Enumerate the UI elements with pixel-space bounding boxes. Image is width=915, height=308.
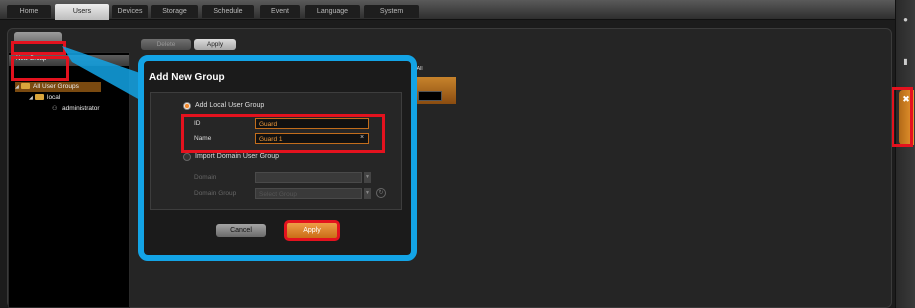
tab-event[interactable]: Event xyxy=(260,5,300,18)
right-side-rail: ● ▮ xyxy=(895,0,915,308)
domain-group-select[interactable]: Select Group xyxy=(255,188,362,199)
chevron-down-icon[interactable]: ▼ xyxy=(364,188,371,199)
local-group-radio[interactable] xyxy=(183,102,191,110)
tab-storage[interactable]: Storage xyxy=(151,5,198,18)
tree-item-label: administrator xyxy=(62,105,100,112)
apply-button-top[interactable]: Apply xyxy=(194,39,236,50)
add-button-highlight xyxy=(11,41,66,55)
tab-schedule[interactable]: Schedule xyxy=(202,5,254,18)
domain-group-radio[interactable] xyxy=(183,153,191,161)
local-group-option-label: Add Local User Group xyxy=(195,102,265,109)
tools-tab-highlight xyxy=(891,87,913,147)
tree-item-administrator[interactable]: ⚇ administrator xyxy=(52,104,100,114)
chevron-down-icon[interactable]: ▼ xyxy=(364,172,371,183)
tab-devices[interactable]: Devices xyxy=(112,5,148,18)
domain-label: Domain xyxy=(194,174,217,181)
panel-icon[interactable]: ▮ xyxy=(899,56,912,68)
new-group-highlight xyxy=(11,56,69,81)
domain-group-option-label: Import Domain User Group xyxy=(195,153,280,160)
tab-home[interactable]: Home xyxy=(7,5,51,18)
domain-group-label: Domain Group xyxy=(194,190,237,197)
domain-select[interactable] xyxy=(255,172,362,183)
tab-users[interactable]: Users xyxy=(55,4,109,20)
delete-button[interactable]: Delete xyxy=(141,39,191,50)
tree-item-all-user-groups[interactable]: ◢ All User Groups xyxy=(15,82,101,92)
apply-button[interactable]: Apply xyxy=(284,220,340,241)
top-nav-bar: Home Users Devices Storage Schedule Even… xyxy=(0,0,895,20)
folder-icon xyxy=(21,83,30,89)
settings-dot-icon[interactable]: ● xyxy=(899,14,912,26)
folder-icon xyxy=(35,94,44,100)
tab-language[interactable]: Language xyxy=(305,5,360,18)
cancel-button[interactable]: Cancel xyxy=(216,224,266,237)
id-name-highlight xyxy=(181,114,385,153)
dialog-title: Add New Group xyxy=(149,72,225,83)
row-input-box[interactable] xyxy=(418,91,442,101)
tree-item-label: local xyxy=(47,94,61,101)
refresh-icon[interactable]: ↻ xyxy=(376,188,386,198)
tree-item-local[interactable]: ◢ local xyxy=(29,93,60,103)
user-group-icon: ⚇ xyxy=(52,106,58,112)
tab-system[interactable]: System xyxy=(364,5,419,18)
tree-item-label: All User Groups xyxy=(33,83,79,90)
